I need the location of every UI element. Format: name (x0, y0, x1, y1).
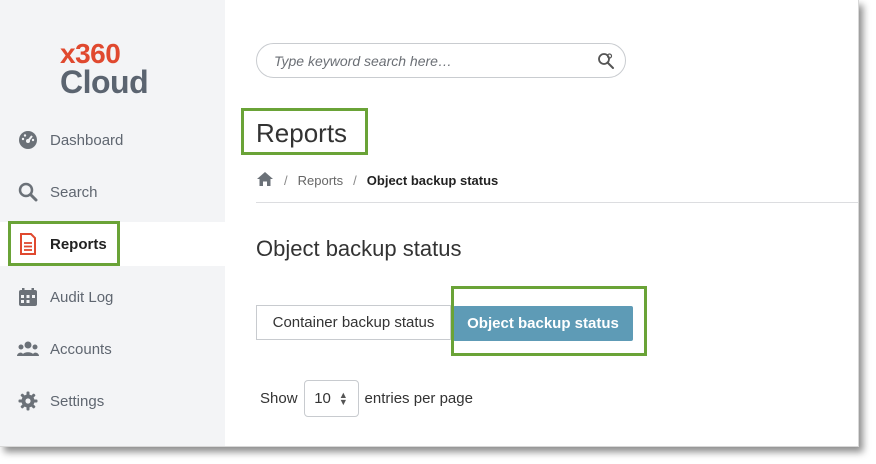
sidebar-item-label: Dashboard (50, 131, 124, 149)
tab-object-backup-status[interactable]: Object backup status (453, 306, 633, 341)
breadcrumb-reports-link[interactable]: Reports (298, 173, 344, 188)
sidebar-item-label: Search (50, 183, 98, 201)
logo-cloud: Cloud (60, 64, 149, 100)
sidebar-item-audit-log[interactable]: Audit Log (0, 275, 225, 319)
page-title: Reports (256, 118, 348, 148)
sidebar-item-settings[interactable]: Settings (0, 379, 225, 423)
app-window: x360 Cloud Dashboard Search Reports Audi… (0, 0, 859, 447)
section-title: Object backup status (256, 236, 462, 261)
sidebar-item-dashboard[interactable]: Dashboard (0, 118, 225, 162)
show-label: Show (260, 390, 298, 407)
home-icon[interactable] (256, 171, 274, 190)
sidebar-item-label: Reports (50, 235, 107, 253)
entries-per-page: Show 10 ▲ ▼ entries per page (260, 380, 473, 417)
entries-value: 10 (314, 390, 331, 407)
breadcrumb: / Reports / Object backup status (256, 171, 498, 190)
search-input[interactable] (272, 51, 596, 70)
sidebar-item-reports[interactable]: Reports (0, 222, 225, 266)
entries-suffix: entries per page (364, 390, 473, 407)
sidebar-item-label: Accounts (50, 340, 112, 358)
header-divider (256, 202, 858, 203)
dashboard-gauge-icon (17, 129, 39, 151)
sidebar-item-search[interactable]: Search (0, 170, 225, 214)
logo: x360 Cloud (60, 40, 149, 100)
sidebar-item-label: Audit Log (50, 288, 114, 306)
magnifier-icon (17, 181, 39, 203)
up-down-arrows-icon: ▲ ▼ (338, 389, 348, 407)
tab-container-backup-status[interactable]: Container backup status (256, 305, 451, 340)
calendar-icon (17, 286, 39, 308)
search-gear-icon[interactable] (597, 52, 615, 70)
gear-icon (17, 390, 39, 412)
breadcrumb-separator: / (284, 173, 288, 188)
sidebar: x360 Cloud Dashboard Search Reports Audi… (0, 0, 225, 446)
search-bar (256, 43, 626, 78)
document-icon (17, 233, 39, 255)
breadcrumb-current: Object backup status (366, 173, 499, 188)
sidebar-item-label: Settings (50, 392, 105, 410)
breadcrumb-separator: / (353, 173, 357, 188)
sidebar-item-accounts[interactable]: Accounts (0, 327, 225, 371)
users-icon (17, 338, 39, 360)
entries-select[interactable]: 10 ▲ ▼ (303, 380, 359, 417)
